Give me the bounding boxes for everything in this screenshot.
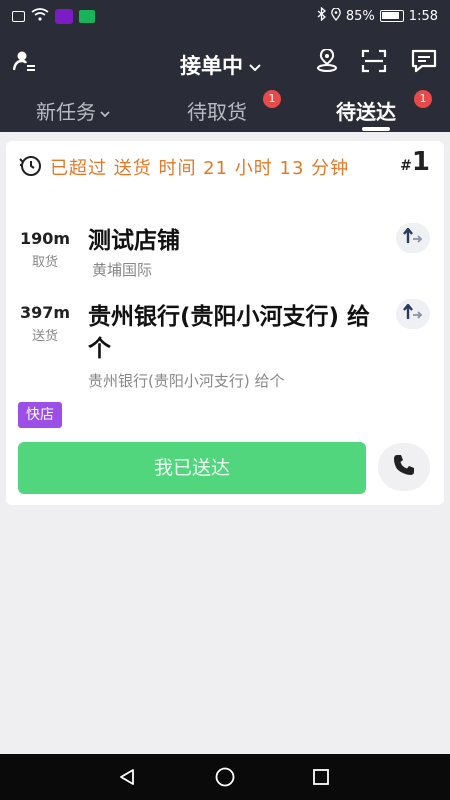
tab-badge: 1 (263, 90, 281, 108)
profile-menu-icon[interactable] (10, 46, 40, 76)
message-icon[interactable] (409, 46, 439, 76)
tab-label: 待取货 (187, 100, 247, 124)
status-bar: 85% 1:58 (0, 0, 450, 32)
pickup-distance: 190m 取货 (18, 229, 72, 270)
app-header: 接单中 新任务 待取货 1 待送达 1 (0, 32, 450, 132)
order-card[interactable]: 已超过 送货 时间 21 小时 13 分钟 #1 190m 取货 测试店铺 黄埔… (6, 141, 444, 505)
battery-icon (379, 10, 404, 22)
system-navigation-bar (0, 754, 450, 800)
home-icon[interactable] (214, 766, 236, 788)
sim-icon (12, 10, 25, 22)
notification-app-icon (55, 8, 73, 24)
call-button[interactable] (378, 443, 430, 491)
pickup-stop: 190m 取货 测试店铺 黄埔国际 (6, 223, 444, 285)
header-title: 接单中 (180, 54, 243, 78)
store-type-badge: 快店 (18, 402, 62, 428)
bluetooth-icon (317, 6, 326, 25)
work-status-dropdown[interactable]: 接单中 (180, 50, 261, 80)
location-icon (331, 6, 341, 25)
tab-label: 新任务 (36, 100, 96, 124)
timer-icon (18, 153, 42, 181)
tab-badge: 1 (414, 90, 432, 108)
overdue-notice: 已超过 送货 时间 21 小时 13 分钟 (18, 153, 349, 181)
dropoff-customer-name: 贵州银行(贵阳小河支行) 给个 (88, 304, 371, 362)
order-number-value: 1 (411, 147, 430, 177)
navigate-arrow-icon (402, 227, 424, 248)
order-number: #1 (400, 147, 430, 177)
tab-label: 待送达 (336, 100, 396, 124)
dropoff-navigate-button[interactable] (396, 299, 430, 329)
dropoff-distance: 397m 送货 (18, 303, 72, 344)
task-tabs: 新任务 待取货 1 待送达 1 (0, 90, 450, 132)
navigate-arrow-icon (402, 303, 424, 324)
chevron-down-icon (100, 99, 110, 123)
distance-value: 190m (19, 229, 71, 248)
dropoff-stop: 397m 送货 贵州银行(贵阳小河支行) 给个 贵州银行(贵阳小河支行) 给个 (6, 299, 444, 390)
pickup-navigate-button[interactable] (396, 223, 430, 253)
pickup-address: 黄埔国际 (92, 261, 153, 279)
clock: 1:58 (408, 8, 438, 24)
dropoff-address: 贵州银行(贵阳小河支行) 给个 (88, 372, 285, 390)
tab-new-tasks[interactable]: 新任务 (36, 96, 110, 125)
tab-to-deliver[interactable]: 待送达 1 (336, 90, 432, 125)
tab-to-pickup[interactable]: 待取货 1 (187, 90, 281, 125)
active-tab-indicator (362, 127, 390, 131)
distance-label: 送货 (31, 329, 58, 344)
pickup-store-name: 测试店铺 (88, 228, 180, 254)
confirm-delivered-button[interactable]: 我已送达 (18, 442, 366, 494)
chevron-down-icon (249, 53, 261, 77)
recent-apps-icon[interactable] (310, 766, 332, 788)
back-icon[interactable] (116, 766, 138, 788)
green-app-icon (79, 9, 95, 23)
phone-icon (392, 453, 416, 481)
scan-icon[interactable] (359, 46, 389, 76)
order-number-prefix: # (400, 158, 412, 174)
battery-percent: 85% (345, 8, 375, 24)
wifi-icon (31, 7, 49, 25)
overdue-text: 已超过 送货 时间 21 小时 13 分钟 (50, 158, 350, 179)
distance-value: 397m (19, 303, 71, 322)
location-pin-icon[interactable] (312, 46, 342, 76)
distance-label: 取货 (31, 255, 58, 270)
